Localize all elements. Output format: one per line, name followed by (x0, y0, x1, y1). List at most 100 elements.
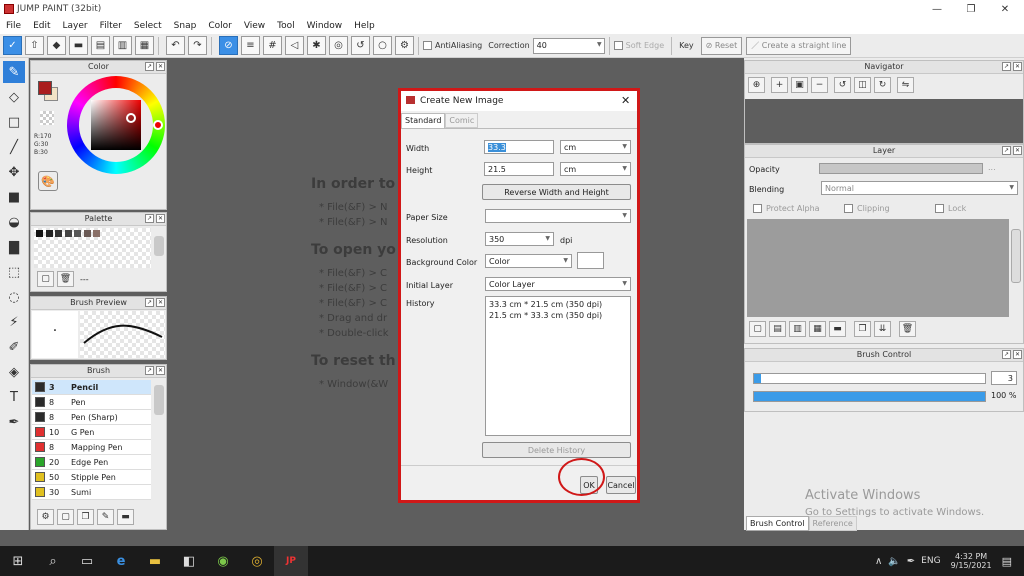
menu-file[interactable]: File (0, 21, 27, 31)
app-green-icon[interactable]: ◉ (206, 546, 240, 576)
new-color-layer-icon[interactable]: ▤ (769, 321, 786, 337)
lock-checkbox[interactable] (935, 204, 944, 213)
menu-layer[interactable]: Layer (57, 21, 94, 31)
store-icon[interactable]: ◧ (172, 546, 206, 576)
reverse-width-height-button[interactable]: Reverse Width and Height (482, 184, 631, 200)
close-icon[interactable]: ✕ (1013, 350, 1022, 359)
move-tool-icon[interactable]: ✥ (3, 161, 25, 183)
brush-item[interactable]: 8 Pen (32, 395, 151, 410)
snap-off-icon[interactable]: ⊘ (219, 36, 238, 55)
bucket-tool-icon[interactable]: ◒ (3, 211, 25, 233)
history-item[interactable]: 21.5 cm * 33.3 cm (350 dpi) (489, 311, 627, 320)
tab-reference[interactable]: Reference (808, 516, 857, 531)
close-icon[interactable]: ✕ (1013, 146, 1022, 155)
select-eraser-tool-icon[interactable]: ◈ (3, 361, 25, 383)
eyedropper-tool-icon[interactable]: ✒ (3, 411, 25, 433)
speech-bubble-icon[interactable]: ◆ (47, 36, 66, 55)
hue-cursor[interactable] (153, 120, 163, 130)
close-icon[interactable]: ✕ (156, 214, 165, 223)
zoom-fit-icon[interactable]: ⊕ (748, 77, 765, 93)
tab-comic[interactable]: Comic (445, 113, 479, 128)
jump-paint-taskbar-icon[interactable]: JP (274, 546, 308, 576)
history-list[interactable]: 33.3 cm * 21.5 cm (350 dpi) 21.5 cm * 33… (485, 296, 631, 436)
snap-perspective-icon[interactable]: ◁ (285, 36, 304, 55)
width-unit-select[interactable]: cm ▼ (560, 140, 631, 154)
brush-edit-icon[interactable]: ✎ (97, 509, 114, 525)
brush-item[interactable]: 10 G Pen (32, 425, 151, 440)
flip-icon[interactable]: ⇋ (897, 77, 914, 93)
menu-help[interactable]: Help (348, 21, 381, 31)
blending-select[interactable]: Normal ▼ (821, 181, 1018, 195)
magic-wand-tool-icon[interactable]: ⚡ (3, 311, 25, 333)
windows-start-icon[interactable]: ⊞ (0, 546, 36, 576)
minimize-button[interactable]: — (920, 0, 954, 18)
eraser-tool-icon[interactable]: ◇ (3, 86, 25, 108)
rectangle-tool-icon[interactable]: □ (3, 111, 25, 133)
copy-brush-icon[interactable]: ❐ (77, 509, 94, 525)
rotate-reset-icon[interactable]: ◫ (854, 77, 871, 93)
float-icon[interactable]: ↗ (145, 214, 154, 223)
menu-color[interactable]: Color (202, 21, 238, 31)
grid-page-icon[interactable]: ▦ (135, 36, 154, 55)
rotate-right-icon[interactable]: ↻ (874, 77, 891, 93)
tab-brush-control[interactable]: Brush Control (746, 516, 809, 531)
brush-item[interactable]: 3 Pencil (32, 380, 151, 395)
history-item[interactable]: 33.3 cm * 21.5 cm (350 dpi) (489, 300, 627, 309)
initial-layer-select[interactable]: Color Layer ▼ (485, 277, 631, 291)
delete-history-button[interactable]: Delete History (482, 442, 631, 458)
snap-radial-icon[interactable]: ✱ (307, 36, 326, 55)
snap-parallel-icon[interactable]: ≡ (241, 36, 260, 55)
redo-icon[interactable]: ↷ (188, 36, 207, 55)
search-icon[interactable]: ⌕ (36, 546, 70, 576)
color-cursor[interactable] (126, 113, 136, 123)
menu-tool[interactable]: Tool (271, 21, 300, 31)
file-explorer-icon[interactable]: ▬ (138, 546, 172, 576)
pen-tool-icon[interactable]: ✎ (3, 61, 25, 83)
maximize-button[interactable]: ❐ (954, 0, 988, 18)
size-value[interactable]: 3 (991, 371, 1017, 385)
menu-edit[interactable]: Edit (27, 21, 56, 31)
protect-alpha[interactable]: Protect Alpha (753, 204, 820, 213)
primary-color-swatch[interactable] (38, 81, 52, 95)
undo-icon[interactable]: ↶ (166, 36, 185, 55)
close-icon[interactable]: ✕ (156, 298, 165, 307)
float-icon[interactable]: ↗ (145, 62, 154, 71)
close-icon[interactable]: ✕ (156, 366, 165, 375)
brush-item[interactable]: 50 Stipple Pen (32, 470, 151, 485)
new-8bit-layer-icon[interactable]: ▥ (789, 321, 806, 337)
palette-picker-icon[interactable]: 🎨 (38, 171, 58, 191)
reset-button[interactable]: ⊘ Reset (700, 36, 743, 55)
palette-swatch[interactable] (64, 230, 72, 237)
protect-alpha-checkbox[interactable] (753, 204, 762, 213)
height-input[interactable]: 21.5 (484, 162, 554, 176)
brush-item[interactable]: 20 Edge Pen (32, 455, 151, 470)
duplicate-layer-icon[interactable]: ❐ (854, 321, 871, 337)
chrome-icon[interactable]: ◎ (240, 546, 274, 576)
palette-scrollbar[interactable] (154, 236, 164, 256)
snap-circle-icon[interactable]: ◎ (329, 36, 348, 55)
float-icon[interactable]: ↗ (1002, 62, 1011, 71)
task-view-icon[interactable]: ▭ (70, 546, 104, 576)
palette-swatch[interactable] (74, 230, 82, 237)
comment-icon[interactable]: ▬ (69, 36, 88, 55)
cancel-button[interactable]: Cancel (606, 476, 636, 494)
antialiasing-checkbox[interactable] (423, 41, 432, 50)
palette-swatch[interactable] (36, 230, 43, 237)
new-brush-icon[interactable]: ▢ (57, 509, 74, 525)
new-layer-icon[interactable]: ▢ (749, 321, 766, 337)
layer-list[interactable] (747, 219, 1009, 317)
fill-rect-tool-icon[interactable]: ■ (3, 186, 25, 208)
navigator-preview[interactable] (745, 99, 1023, 143)
palette-swatch[interactable] (83, 230, 91, 237)
layer-scrollbar[interactable] (1011, 229, 1021, 283)
export-icon[interactable]: ⇧ (25, 36, 44, 55)
palette-swatch[interactable] (45, 230, 53, 237)
clipping-checkbox[interactable] (844, 204, 853, 213)
cursor-icon[interactable]: ✓ (3, 36, 22, 55)
menu-view[interactable]: View (238, 21, 271, 31)
delete-palette-icon[interactable]: 🗑 (57, 271, 74, 287)
background-color-swatch[interactable] (577, 252, 604, 269)
lasso-tool-icon[interactable]: ◌ (3, 286, 25, 308)
snap-curve-icon[interactable]: ↺ (351, 36, 370, 55)
chevron-up-icon[interactable]: ∧ (875, 556, 882, 567)
